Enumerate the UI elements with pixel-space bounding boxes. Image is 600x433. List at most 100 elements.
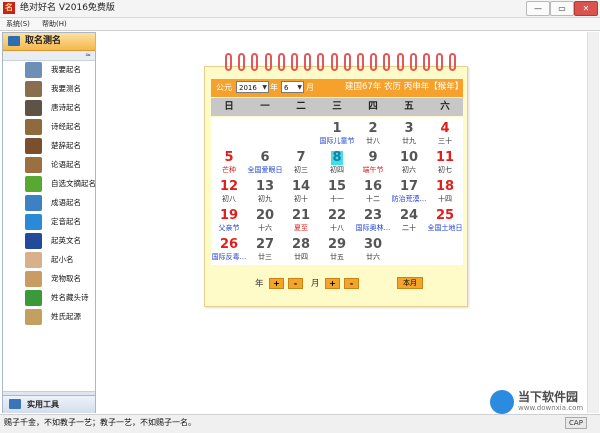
sidebar-item[interactable]: 我要测名 [3,80,95,98]
day-number: 17 [399,179,419,194]
day-cell[interactable]: 30 廿六 [355,235,391,264]
lunyu-icon [25,157,42,173]
day-number: 24 [399,208,419,223]
sidebar-item[interactable]: 姓氏起源 [3,308,95,326]
day-cell[interactable]: 12 初八 [211,177,247,206]
day-cell[interactable]: 22 十八 [319,206,355,235]
year-plus-button[interactable]: + [269,278,284,289]
lunar-day-label: 初十 [294,195,308,203]
day-number: 28 [291,237,311,252]
day-cell[interactable]: 6 全国爱眼日 [247,148,283,177]
binding-ring [370,53,378,71]
day-cell[interactable]: 19 父亲节 [211,206,247,235]
sidebar-item[interactable]: 起小名 [3,251,95,269]
maximize-icon[interactable]: ▭ [550,1,574,16]
day-number: 4 [440,121,450,136]
day-number: 5 [224,150,234,165]
day-cell[interactable]: 15 十一 [319,177,355,206]
day-cell[interactable]: 18 十四 [427,177,463,206]
day-cell[interactable]: 26 国际反毒... [211,235,247,264]
day-cell[interactable]: 28 廿四 [283,235,319,264]
sidebar-item[interactable]: 诗经起名 [3,118,95,136]
sidebar-item[interactable]: 成语起名 [3,194,95,212]
day-cell[interactable]: 4 三十 [427,119,463,148]
lunar-day-label: 二十 [402,224,416,232]
day-cell[interactable]: 27 廿三 [247,235,283,264]
scrollbar[interactable] [587,32,599,413]
lunar-day-label: 夏至 [294,224,308,232]
sidebar-item[interactable]: 起英文名 [3,232,95,250]
status-bar: 赐子千金，不如教子一艺；教子一艺，不如赐子一名。 CAP [0,414,600,433]
sidebar-item-label: 楚辞起名 [51,141,81,150]
lunar-day-label: 父亲节 [218,224,240,232]
sidebar-item-label: 我要测名 [51,84,81,93]
day-cell[interactable]: 13 初九 [247,177,283,206]
day-cell[interactable]: 20 十六 [247,206,283,235]
binding-ring [330,53,338,71]
sidebar-item[interactable]: 姓名藏头诗 [3,289,95,307]
nav-year-label: 年 [255,279,264,289]
day-number: 2 [368,121,378,136]
year-minus-button[interactable]: - [288,278,303,289]
sidebar: 取名测名 ≈ 我要起名我要测名唐诗起名诗经起名楚辞起名论语起名 自选文摘起名 成语起… [2,32,96,413]
lunar-day-label: 十二 [366,195,380,203]
day-cell[interactable]: 2 廿八 [355,119,391,148]
day-number: 26 [219,237,239,252]
day-cell[interactable]: 1 国际儿童节 [319,119,355,148]
day-number: 12 [219,179,239,194]
day-cell[interactable]: 17 防治荒漠... [391,177,427,206]
surname-origin-icon [25,309,42,325]
this-month-button[interactable]: 本月 [397,277,423,289]
day-cell[interactable]: 16 十二 [355,177,391,206]
day-number: 8 [331,150,343,165]
day-number: 22 [327,208,347,223]
sidebar-item-label: 起英文名 [51,236,81,245]
day-number: 9 [368,150,378,165]
sidebar-item[interactable]: 定音起名 [3,213,95,231]
day-cell[interactable]: 23 国际奥林... [355,206,391,235]
month-minus-button[interactable]: - [344,278,359,289]
day-cell[interactable]: 9 端午节 [355,148,391,177]
month-plus-button[interactable]: + [325,278,340,289]
watermark-name: 当下软件园 [518,390,579,404]
close-icon[interactable]: ✕ [574,1,598,16]
weekday-label: 日 [224,101,234,112]
sidebar-item[interactable]: 唐诗起名 [3,99,95,117]
menu-help[interactable]: 帮助(H) [42,19,67,30]
day-cell[interactable]: 11 初七 [427,148,463,177]
day-cell[interactable]: 21 夏至 [283,206,319,235]
sidebar-item-label: 姓名藏头诗 [51,293,89,302]
lunar-day-label: 廿五 [330,253,344,261]
binding-ring [291,53,298,71]
minimize-icon[interactable]: — [526,1,550,16]
day-cell[interactable]: 24 二十 [391,206,427,235]
sidebar-item[interactable]: 楚辞起名 [3,137,95,155]
menu-system[interactable]: 系统(S) [6,19,30,30]
binding-ring [383,53,391,71]
day-cell[interactable]: 8 初四 [319,148,355,177]
day-cell[interactable]: 29 廿五 [319,235,355,264]
chevron-down-icon: ▼ [262,84,267,91]
binding-ring [317,53,325,71]
day-cell[interactable]: 14 初十 [283,177,319,206]
lunar-day-label: 廿九 [402,137,416,145]
sidebar-group-naming[interactable]: 取名测名 [3,33,95,51]
sidebar-item[interactable]: 论语起名 [3,156,95,174]
day-cell[interactable]: 25 全国土地日 [427,206,463,235]
caps-lock-indicator: CAP [565,417,587,429]
month-select[interactable]: 6 ▼ [281,81,304,93]
sidebar-item[interactable]: 宠物取名 [3,270,95,288]
excerpt-icon [25,176,42,192]
day-cell[interactable]: 10 初六 [391,148,427,177]
lunar-day-label: 芒种 [222,166,236,174]
sidebar-group-tools[interactable]: 实用工具 [3,395,95,413]
day-cell[interactable]: 5 芒种 [211,148,247,177]
day-cell[interactable]: 3 廿九 [391,119,427,148]
year-select[interactable]: 2016 ▼ [236,81,269,93]
sidebar-item-label: 唐诗起名 [51,103,81,112]
binding-ring [304,53,312,71]
sidebar-item[interactable]: 我要起名 [3,61,95,79]
sidebar-item[interactable]: 自选文摘起名 [3,175,96,193]
day-cell[interactable]: 7 初三 [283,148,319,177]
sidebar-collapse-bar[interactable]: ≈ [3,51,95,61]
